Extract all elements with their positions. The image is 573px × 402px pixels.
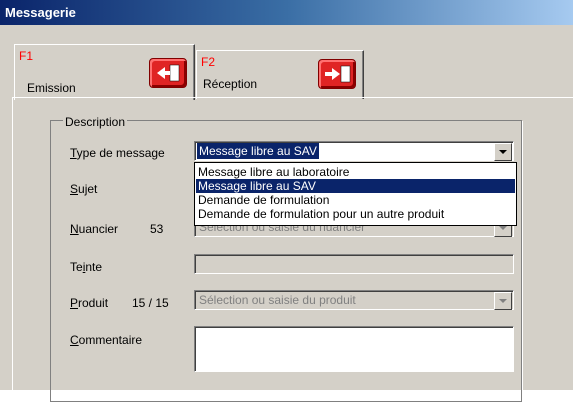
tab-reception-label: Réception [203,77,258,91]
teinte-label: Teinte [70,260,103,274]
tab-emission[interactable]: F1 Emission [14,44,195,100]
commentaire-label: Commentaire [70,333,143,347]
dropdown-option[interactable]: Message libre au laboratoire [196,165,515,179]
type-message-select[interactable]: Message libre au SAV [194,141,514,161]
type-message-value: Message libre au SAV [197,143,319,159]
dropdown-option-selected[interactable]: Message libre au SAV [196,179,515,193]
tab-emission-key: F1 [19,49,34,63]
dropdown-option[interactable]: Demande de formulation [196,193,515,207]
type-message-label: Type de message [70,146,165,160]
nuancier-count: 53 [150,222,164,236]
produit-combo[interactable]: Sélection ou saisie du produit [194,290,514,310]
sujet-label: Sujet [70,182,98,196]
dropdown-option[interactable]: Demande de formulation pour un autre pro… [196,207,515,221]
tab-reception[interactable]: F2 Réception [196,50,364,99]
chevron-down-icon[interactable] [494,143,512,161]
type-message-dropdown: Message libre au laboratoire Message lib… [194,162,517,226]
mail-receive-icon [318,59,356,89]
messagerie-window: Messagerie F1 Emission F2 Réception Desc… [0,0,573,402]
produit-placeholder: Sélection ou saisie du produit [199,293,356,307]
tab-emission-label: Emission [27,81,76,95]
commentaire-textarea[interactable] [194,326,514,372]
chevron-down-icon[interactable] [494,292,512,310]
teinte-field[interactable] [194,254,514,274]
description-legend: Description [63,115,128,129]
produit-count: 15 / 15 [132,296,169,310]
produit-label: Produit [70,296,109,310]
window-title: Messagerie [5,5,76,20]
title-bar: Messagerie [0,0,573,25]
mail-send-icon [149,58,187,88]
tab-reception-key: F2 [201,55,216,69]
nuancier-label: Nuancier [70,222,119,236]
